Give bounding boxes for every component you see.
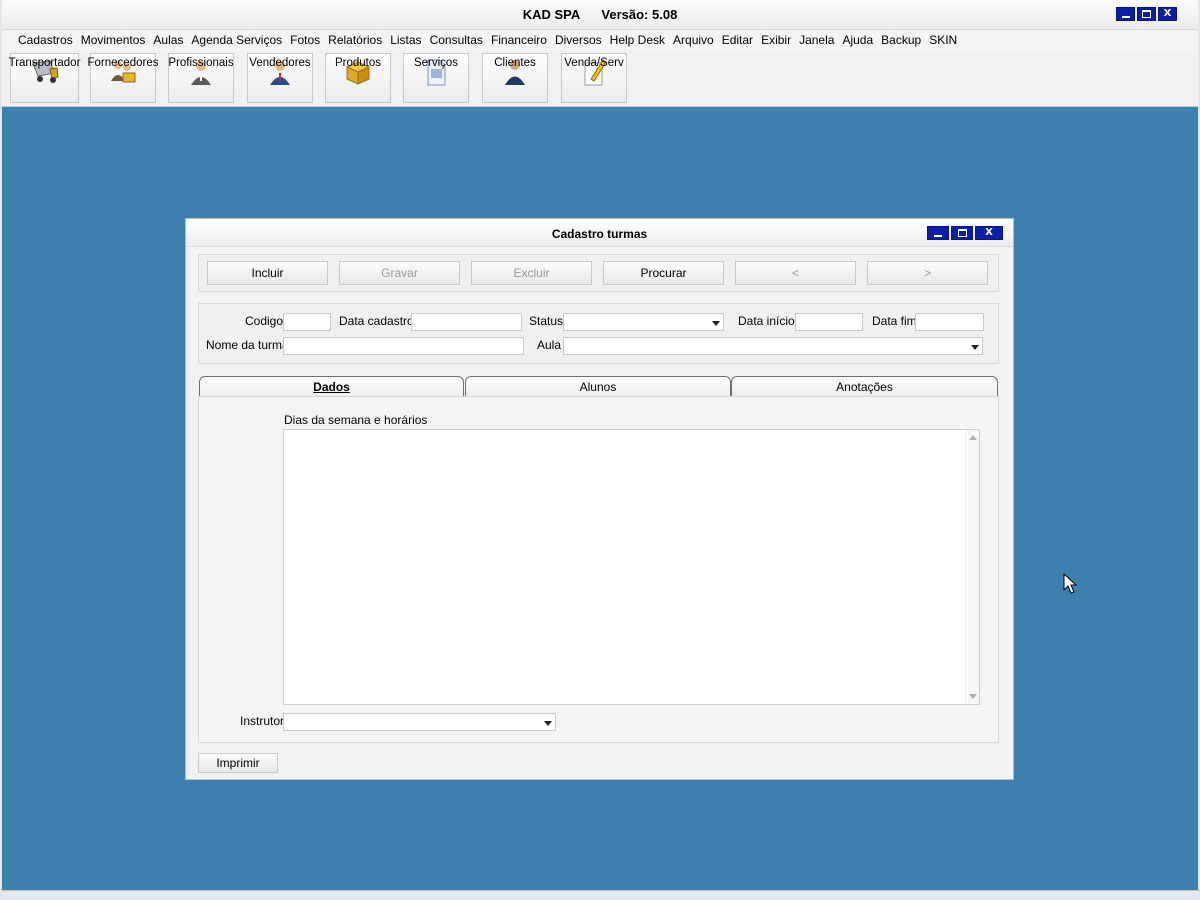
toolbar-venda-serv-button[interactable]: Venda/Serv [561, 53, 627, 103]
data-fim-input[interactable] [915, 313, 984, 331]
tab-dados[interactable]: Dados [199, 376, 464, 396]
menu-arquivo[interactable]: Arquivo [669, 33, 718, 47]
dias-semana-label: Dias da semana e horários [284, 413, 428, 427]
dialog-maximize-button[interactable] [951, 226, 973, 240]
dialog-minimize-button[interactable] [927, 226, 949, 240]
aula-select[interactable] [563, 337, 983, 355]
vertical-scrollbar[interactable] [965, 430, 979, 704]
toolbar-label: Profissionais [168, 57, 234, 69]
dialog-close-button[interactable]: X [975, 226, 1003, 240]
window-controls: X [1116, 7, 1177, 21]
toolbar-label: Produtos [334, 57, 382, 69]
chevron-down-icon [971, 345, 979, 350]
menu-ajuda[interactable]: Ajuda [838, 33, 877, 47]
menu-editar[interactable]: Editar [718, 33, 757, 47]
minimize-icon [1121, 15, 1130, 18]
data-cadastro-label: Data cadastro [339, 314, 414, 328]
chevron-down-icon [544, 721, 552, 726]
dialog-window-controls: X [927, 226, 1003, 240]
menu-aulas[interactable]: Aulas [149, 33, 187, 47]
action-panel: Incluir Gravar Excluir Procurar < > [198, 254, 999, 292]
close-icon: X [985, 227, 993, 238]
toolbar-label: Venda/Serv [564, 57, 624, 69]
maximize-icon [1142, 10, 1151, 18]
codigo-label: Codigo [245, 314, 284, 328]
toolbar-fornecedores-button[interactable]: Fornecedores [87, 53, 159, 103]
imprimir-button[interactable]: Imprimir [198, 753, 278, 773]
previous-button[interactable]: < [735, 261, 856, 285]
chevron-down-icon [712, 321, 720, 326]
menu-help-desk[interactable]: Help Desk [606, 33, 669, 47]
toolbar: Transportador Fornecedores Profissionais [2, 50, 1198, 107]
incluir-button[interactable]: Incluir [207, 261, 328, 285]
app-title: KAD SPA Versão: 5.08 [522, 7, 678, 22]
toolbar-servicos-button[interactable]: Serviços [403, 53, 469, 103]
scroll-down-icon[interactable] [969, 694, 977, 699]
menu-janela[interactable]: Janela [795, 33, 838, 47]
menu-movimentos[interactable]: Movimentos [77, 33, 150, 47]
mouse-cursor-icon [1063, 573, 1078, 594]
data-cadastro-input[interactable] [411, 313, 522, 331]
menu-diversos[interactable]: Diversos [551, 33, 606, 47]
menu-listas[interactable]: Listas [386, 33, 425, 47]
toolbar-label: Transportador [8, 57, 81, 69]
fields-panel: Codigo Data cadastro Status Data início … [198, 303, 999, 364]
data-fim-label: Data fim [872, 314, 917, 328]
dialog-title: Cadastro turmas [551, 227, 648, 241]
toolbar-label: Vendedores [249, 57, 311, 69]
toolbar-clientes-button[interactable]: Clientes [482, 53, 548, 103]
menu-backup[interactable]: Backup [877, 33, 925, 47]
toolbar-transportador-button[interactable]: Transportador [8, 53, 81, 103]
instrutor-label: Instrutor [240, 714, 285, 728]
data-inicio-label: Data início [738, 314, 795, 328]
status-select[interactable] [563, 313, 724, 331]
toolbar-label: Clientes [494, 57, 536, 69]
dialog-title-bar: Cadastro turmas X [186, 219, 1013, 247]
instrutor-select[interactable] [283, 713, 556, 731]
close-button[interactable]: X [1158, 7, 1177, 21]
status-label: Status [529, 314, 564, 328]
nome-turma-label: Nome da turma [206, 338, 289, 352]
toolbar-label: Serviços [413, 57, 459, 69]
toolbar-vendedores-button[interactable]: Vendedores [247, 53, 313, 103]
menu-consultas[interactable]: Consultas [426, 33, 487, 47]
cadastro-turmas-dialog: Cadastro turmas X Incluir Gravar Excluir… [185, 218, 1014, 780]
menu-exibir[interactable]: Exibir [757, 33, 795, 47]
maximize-icon [957, 229, 967, 237]
next-button[interactable]: > [867, 261, 988, 285]
toolbar-produtos-button[interactable]: Produtos [325, 53, 391, 103]
menu-skin[interactable]: SKIN [925, 33, 961, 47]
menu-cadastros[interactable]: Cadastros [14, 33, 77, 47]
title-bar: KAD SPA Versão: 5.08 X [2, 0, 1198, 30]
menu-financeiro[interactable]: Financeiro [487, 33, 551, 47]
menu-fotos[interactable]: Fotos [286, 33, 324, 47]
codigo-input[interactable] [283, 313, 331, 331]
menu-agenda-servicos[interactable]: Agenda Serviços [187, 33, 286, 47]
scroll-up-icon[interactable] [969, 435, 977, 440]
tab-alunos[interactable]: Alunos [465, 376, 731, 396]
tab-anotacoes[interactable]: Anotações [731, 376, 998, 396]
minimize-icon [934, 234, 942, 237]
gravar-button[interactable]: Gravar [339, 261, 460, 285]
dias-semana-textarea[interactable] [283, 429, 980, 705]
tab-content-dados: Dias da semana e horários Instrutor [198, 396, 999, 743]
menu-bar: Cadastros Movimentos Aulas Agenda Serviç… [2, 30, 1198, 50]
aula-label: Aula [537, 338, 562, 352]
minimize-button[interactable] [1116, 7, 1135, 21]
toolbar-label: Fornecedores [87, 57, 159, 69]
close-icon: X [1163, 8, 1172, 19]
menu-relatorios[interactable]: Relatórios [324, 33, 386, 47]
maximize-button[interactable] [1137, 7, 1156, 21]
data-inicio-input[interactable] [795, 313, 863, 331]
status-strip [2, 890, 1200, 900]
nome-turma-input[interactable] [283, 337, 524, 355]
procurar-button[interactable]: Procurar [603, 261, 724, 285]
toolbar-profissionais-button[interactable]: Profissionais [168, 53, 234, 103]
excluir-button[interactable]: Excluir [471, 261, 592, 285]
